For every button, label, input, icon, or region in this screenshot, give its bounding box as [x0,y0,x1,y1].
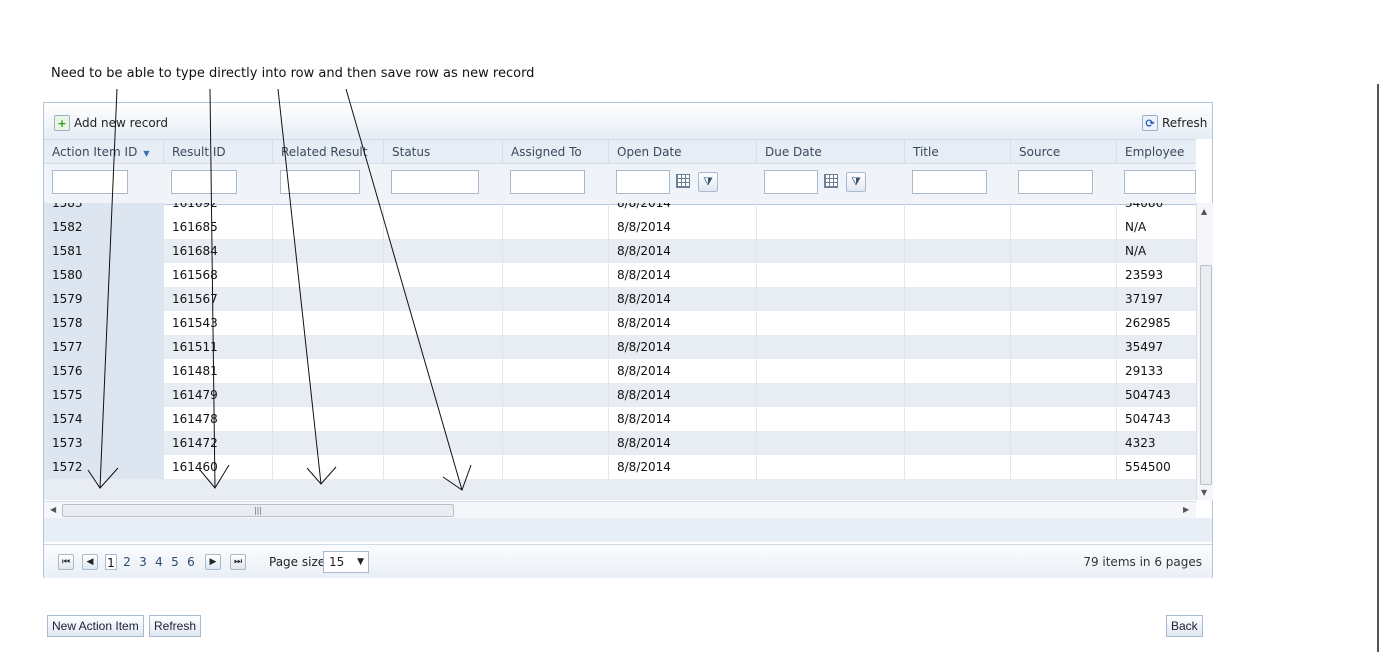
annotation-arrow [199,88,230,489]
annotation-arrow [345,88,472,491]
annotation-arrow [87,88,119,489]
annotation-arrows [87,88,472,491]
annotation-arrow [277,88,337,485]
